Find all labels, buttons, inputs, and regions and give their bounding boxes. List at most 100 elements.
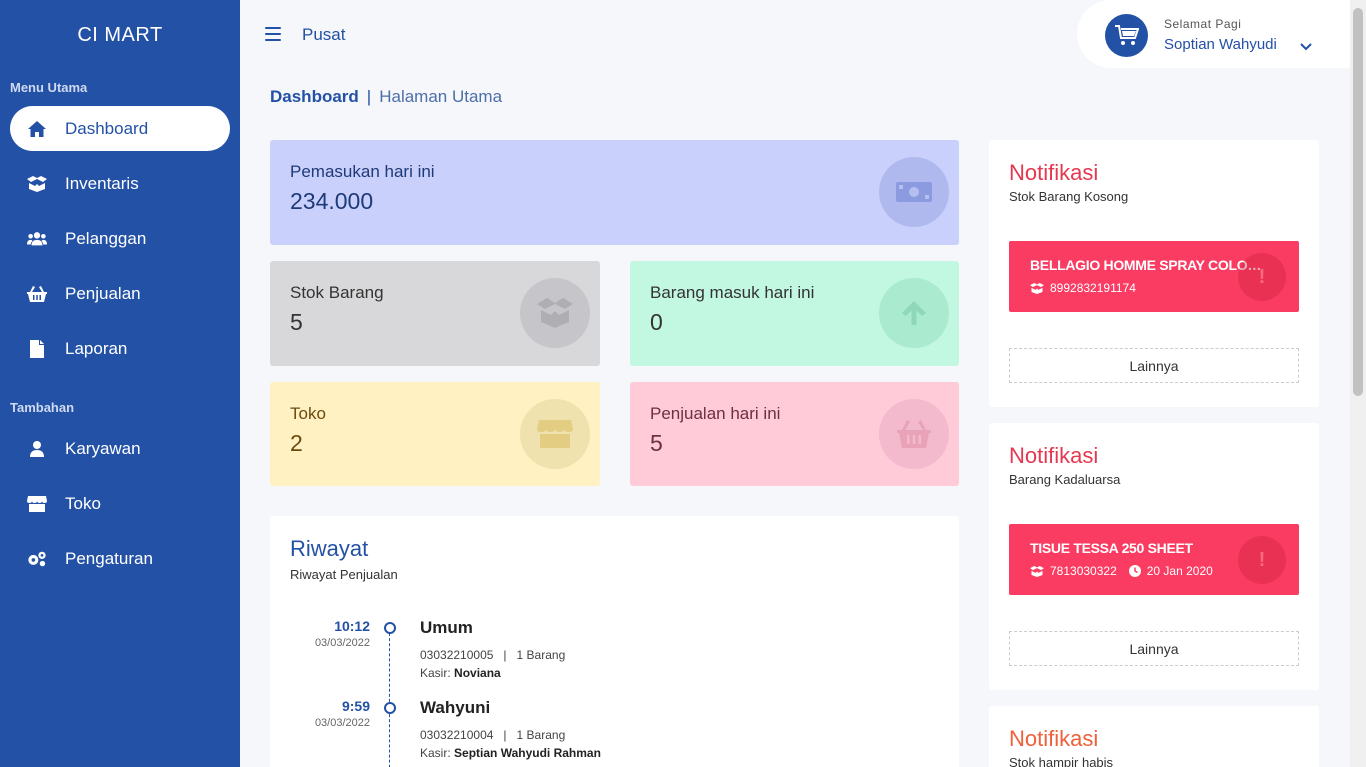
alert-item-meta: 7813030322 20 Jan 2020 <box>1030 564 1213 578</box>
sidebar-item-dashboard[interactable]: Dashboard <box>10 106 230 151</box>
greeting-text: Selamat Pagi <box>1164 17 1242 31</box>
menu-toggle-icon[interactable] <box>265 27 281 41</box>
store-icon <box>27 494 47 514</box>
sidebar-item-pengaturan[interactable]: Pengaturan <box>10 536 230 581</box>
cogs-icon <box>27 549 47 569</box>
users-icon <box>27 229 47 249</box>
entry-cashier: Kasir: Septian Wahyudi Rahman <box>420 746 601 760</box>
notification-subtitle: Stok Barang Kosong <box>1009 189 1129 204</box>
alert-barcode: 7813030322 <box>1050 564 1117 578</box>
sidebar-item-toko[interactable]: Toko <box>10 481 230 526</box>
topbar: Pusat Selamat Pagi Soptian Wahyudi <box>240 0 1350 70</box>
entry-invoice: 03032210004 <box>420 728 494 742</box>
entry-items: 1 Barang <box>516 728 566 742</box>
alert-expiry-date: 20 Jan 2020 <box>1146 564 1213 578</box>
page-scrollbar[interactable] <box>1350 0 1366 767</box>
sidebar-item-label: Dashboard <box>65 118 149 138</box>
avatar <box>1105 14 1148 57</box>
sidebar-item-laporan[interactable]: Laporan <box>10 326 230 371</box>
sidebar: CI MART Menu Utama Dashboard Inventaris … <box>0 0 240 767</box>
notification-alert-item[interactable]: TISUE TESSA 250 SHEET 7813030322 20 Jan … <box>1009 524 1299 595</box>
stat-value: 0 <box>650 309 663 335</box>
exclamation-icon: ! <box>1238 536 1286 584</box>
exclamation-icon: ! <box>1238 253 1286 301</box>
notification-alert-item[interactable]: BELLAGIO HOMME SPRAY COLOGNE 89928321911… <box>1009 241 1299 312</box>
sidebar-item-label: Pelanggan <box>65 228 147 248</box>
notification-subtitle: Barang Kadaluarsa <box>1009 472 1121 487</box>
notification-subtitle: Stok hampir habis <box>1009 755 1114 767</box>
sidebar-item-karyawan[interactable]: Karyawan <box>10 426 230 471</box>
section-title-extra: Tambahan <box>10 400 75 415</box>
notification-expired: Notifikasi Barang Kadaluarsa TISUE TESSA… <box>989 423 1319 690</box>
notification-low-stock: Notifikasi Stok hampir habis <box>989 706 1319 767</box>
stat-card-stores: Toko 2 <box>270 382 600 486</box>
boxes-icon <box>1030 565 1044 577</box>
alert-item-meta: 8992832191174 <box>1030 281 1136 295</box>
stat-label: Penjualan hari ini <box>650 404 781 423</box>
sidebar-item-inventaris[interactable]: Inventaris <box>10 161 230 206</box>
stat-card-income: Pemasukan hari ini 234.000 <box>270 140 959 245</box>
notification-empty-stock: Notifikasi Stok Barang Kosong BELLAGIO H… <box>989 140 1319 407</box>
more-button[interactable]: Lainnya <box>1009 631 1299 666</box>
more-button[interactable]: Lainnya <box>1009 348 1299 383</box>
sidebar-item-label: Penjualan <box>65 283 141 303</box>
shopping-cart-icon <box>1114 24 1139 45</box>
timeline-entry[interactable]: 10:12 03/03/2022 Umum 03032210005 | 1 Bara… <box>270 618 959 693</box>
basket-icon <box>879 399 949 469</box>
user-menu[interactable]: Selamat Pagi Soptian Wahyudi <box>1077 0 1350 68</box>
notification-title: Notifikasi <box>1009 443 1099 468</box>
section-title-main: Menu Utama <box>10 80 88 95</box>
user-icon <box>27 439 47 459</box>
sales-history-panel: Riwayat Riwayat Penjualan 10:12 03/03/20… <box>270 516 959 767</box>
sidebar-item-label: Karyawan <box>65 438 141 458</box>
store-icon <box>520 399 590 469</box>
sidebar-item-penjualan[interactable]: Penjualan <box>10 271 230 316</box>
sidebar-item-label: Laporan <box>65 338 128 358</box>
sidebar-item-label: Toko <box>65 493 101 513</box>
breadcrumb-separator: | <box>366 87 372 106</box>
stat-value: 5 <box>290 309 303 335</box>
stat-label: Barang masuk hari ini <box>650 283 815 302</box>
sidebar-item-label: Inventaris <box>65 173 139 193</box>
stat-card-sales: Penjualan hari ini 5 <box>630 382 959 486</box>
cashier-name: Noviana <box>454 666 501 680</box>
file-icon <box>27 339 47 359</box>
box-icon <box>520 278 590 348</box>
cashier-name: Septian Wahyudi Rahman <box>454 746 601 760</box>
stat-value: 2 <box>290 430 303 456</box>
brand-logo[interactable]: CI MART <box>0 0 240 70</box>
boxes-icon <box>1030 282 1044 294</box>
home-icon <box>27 119 47 139</box>
boxes-icon <box>27 174 47 194</box>
entry-date: 03/03/2022 <box>314 637 370 649</box>
history-title: Riwayat <box>290 536 369 561</box>
history-subtitle: Riwayat Penjualan <box>290 567 398 582</box>
page-context-title: Pusat <box>302 25 346 44</box>
money-icon <box>879 157 949 227</box>
notification-title: Notifikasi <box>1009 726 1099 751</box>
stat-label: Pemasukan hari ini <box>290 162 435 181</box>
scrollbar-thumb[interactable] <box>1353 8 1363 396</box>
entry-customer: Wahyuni <box>420 698 491 717</box>
user-name: Soptian Wahyudi <box>1164 36 1277 53</box>
alert-item-name: BELLAGIO HOMME SPRAY COLOGNE <box>1030 257 1270 273</box>
entry-time: 9:59 <box>341 698 370 714</box>
entry-cashier: Kasir: Noviana <box>420 666 501 680</box>
entry-meta: 03032210004 | 1 Barang <box>420 728 566 742</box>
entry-customer: Umum <box>420 618 473 637</box>
stat-label: Toko <box>290 404 326 423</box>
stat-card-incoming: Barang masuk hari ini 0 <box>630 261 959 366</box>
stat-card-stock: Stok Barang 5 <box>270 261 600 366</box>
entry-date: 03/03/2022 <box>314 717 370 729</box>
entry-invoice: 03032210005 <box>420 648 494 662</box>
alert-item-name: TISUE TESSA 250 SHEET <box>1030 540 1193 556</box>
alert-barcode: 8992832191174 <box>1050 281 1136 295</box>
timeline-entry[interactable]: 9:59 03/03/2022 Wahyuni 03032210004 | 1 Ba… <box>270 698 959 767</box>
sidebar-item-label: Pengaturan <box>65 548 153 568</box>
stat-value: 234.000 <box>290 188 374 214</box>
breadcrumb-main[interactable]: Dashboard <box>270 87 359 106</box>
clock-icon <box>1128 565 1141 577</box>
arrow-up-icon <box>879 278 949 348</box>
chevron-down-icon[interactable] <box>1300 38 1314 52</box>
sidebar-item-pelanggan[interactable]: Pelanggan <box>10 216 230 261</box>
